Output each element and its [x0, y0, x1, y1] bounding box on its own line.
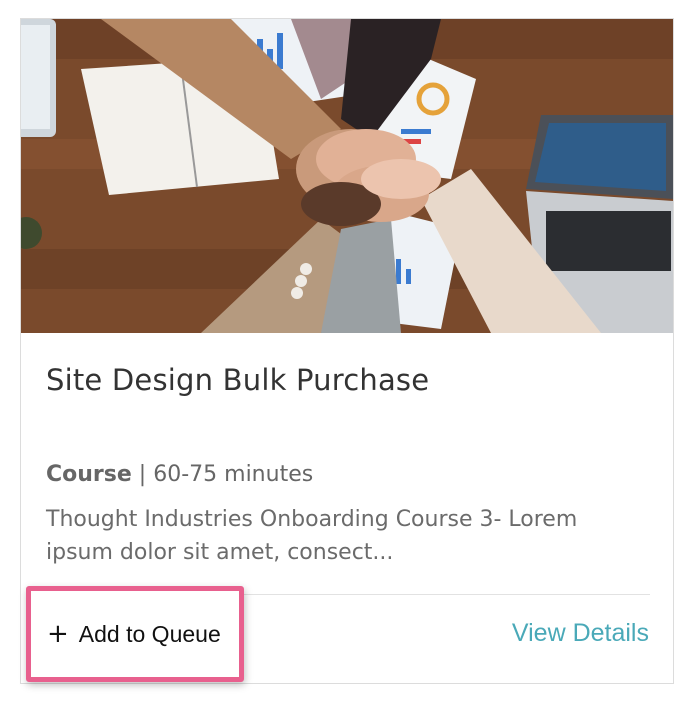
meta-separator: | [138, 462, 147, 487]
course-meta: Course | 60-75 minutes [46, 462, 313, 487]
course-description: Thought Industries Onboarding Course 3- … [46, 507, 578, 565]
hands-stacked-photo [21, 19, 673, 333]
course-hero-image[interactable] [21, 19, 673, 333]
view-details-link[interactable]: View Details [512, 619, 649, 648]
course-title: Site Design Bulk Purchase [46, 363, 430, 397]
add-to-queue-button[interactable]: + Add to Queue [26, 586, 244, 682]
course-type: Course [46, 462, 132, 487]
plus-icon: + [47, 619, 69, 649]
course-duration: 60-75 minutes [153, 462, 314, 487]
course-card: Site Design Bulk Purchase Course | 60-75… [20, 18, 674, 684]
add-to-queue-label: Add to Queue [78, 620, 221, 647]
